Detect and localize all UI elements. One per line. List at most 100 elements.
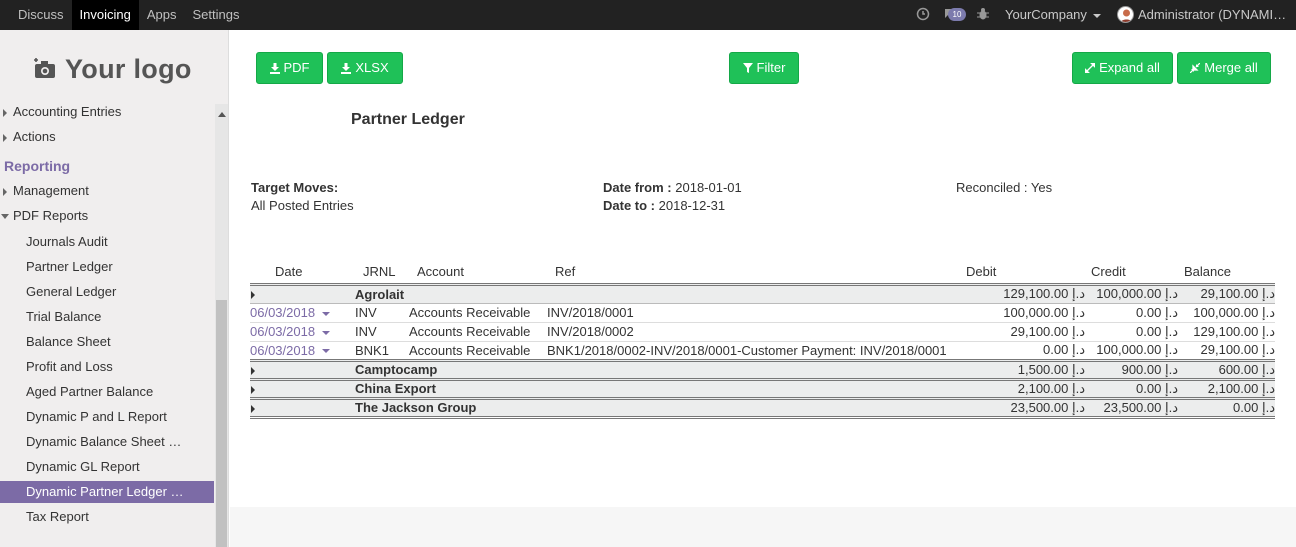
menu-apps[interactable]: Apps <box>139 0 185 30</box>
sidebar-item-pdf-reports[interactable]: PDF Reports <box>0 205 214 227</box>
line-jrnl: INV <box>344 303 399 323</box>
partner-name: Camptocamp <box>344 358 966 380</box>
table-row: 06/03/2018 INV Accounts Receivable INV/2… <box>250 322 1275 342</box>
move-date-dropdown[interactable]: 06/03/2018 <box>250 303 344 323</box>
avatar[interactable] <box>1117 6 1134 23</box>
date-to: Date to : 2018-12-31 <box>603 198 725 213</box>
company-name: YourCompany <box>1005 7 1087 22</box>
sidebar-section-reporting: Reporting <box>4 158 71 174</box>
sidebar-item-journals-audit[interactable]: Journals Audit <box>0 231 214 253</box>
caret-right-icon[interactable] <box>251 404 255 413</box>
chevron-down-icon <box>322 311 331 316</box>
sidebar-item-general-ledger[interactable]: General Ledger <box>0 281 214 303</box>
partner-row-china-export[interactable]: China Export 2,100.00 د.إ 0.00 د.إ 2,100… <box>250 377 1275 399</box>
sidebar-item-dynamic-balance-sheet[interactable]: Dynamic Balance Sheet Report <box>0 431 214 453</box>
partner-row-jackson-group[interactable]: The Jackson Group 23,500.00 د.إ 23,500.0… <box>250 396 1275 419</box>
app-menu: Discuss Invoicing Apps Settings <box>10 0 247 30</box>
sidebar-item-dynamic-pl-report[interactable]: Dynamic P and L Report <box>0 406 214 428</box>
line-balance: 100,000.00 د.إ <box>1184 303 1275 323</box>
date-to-value: 2018-12-31 <box>658 198 726 213</box>
sidebar-scrollbar-thumb[interactable] <box>216 300 227 547</box>
chevron-down-icon <box>1092 13 1101 18</box>
partner-credit: 100,000.00 د.إ <box>1091 282 1184 304</box>
line-credit: 100,000.00 د.إ <box>1091 341 1184 361</box>
camera-icon <box>34 58 55 78</box>
sidebar-item-label: PDF Reports <box>13 208 89 223</box>
sidebar-item-accounting-entries[interactable]: Accounting Entries <box>0 101 214 123</box>
sidebar-item-balance-sheet[interactable]: Balance Sheet <box>0 331 214 353</box>
caret-down-icon <box>1 214 9 219</box>
caret-right-icon[interactable] <box>251 385 255 394</box>
xlsx-button-label: XLSX <box>355 60 389 75</box>
partner-balance: 2,100.00 د.إ <box>1184 377 1275 399</box>
col-credit: Credit <box>1091 263 1126 279</box>
user-menu[interactable]: Administrator (DYNAMIC PARTNER LEDGER) <box>1138 0 1290 30</box>
pdf-button[interactable]: PDF <box>256 52 323 84</box>
expand-all-label: Expand all <box>1099 60 1160 75</box>
line-account: Accounts Receivable <box>399 322 536 342</box>
report-title: Partner Ledger <box>351 111 465 128</box>
line-ref: INV/2018/0001 <box>536 303 966 323</box>
content-footer <box>230 507 1296 547</box>
table-header-row: Date JRNL Account Ref Debit Credit Balan… <box>250 260 1275 284</box>
partner-balance: 0.00 د.إ <box>1184 396 1275 419</box>
bug-icon[interactable] <box>977 7 989 21</box>
line-credit: 0.00 د.إ <box>1091 322 1184 342</box>
table-row: 06/03/2018 BNK1 Accounts Receivable BNK1… <box>250 341 1275 361</box>
company-logo[interactable]: Your logo <box>33 52 192 86</box>
caret-right-icon[interactable] <box>251 366 255 375</box>
sidebar-item-management[interactable]: Management <box>0 180 214 202</box>
sidebar-item-profit-and-loss[interactable]: Profit and Loss <box>0 356 214 378</box>
line-jrnl: INV <box>344 322 399 342</box>
sidebar-item-actions[interactable]: Actions <box>0 126 214 148</box>
caret-right-icon <box>3 134 7 142</box>
pdf-button-label: PDF <box>283 60 310 75</box>
sidebar-item-trial-balance[interactable]: Trial Balance <box>0 306 214 328</box>
col-account: Account <box>417 263 464 279</box>
xlsx-button[interactable]: XLSX <box>327 52 403 84</box>
logo-text: Your logo <box>65 53 192 84</box>
caret-right-icon[interactable] <box>251 291 255 300</box>
line-ref: BNK1/2018/0002-INV/2018/0001-Customer Pa… <box>536 341 966 361</box>
menu-invoicing[interactable]: Invoicing <box>71 0 139 30</box>
menu-settings[interactable]: Settings <box>184 0 247 30</box>
line-ref: INV/2018/0002 <box>536 322 966 342</box>
partner-debit: 129,100.00 د.إ <box>966 282 1091 304</box>
sidebar-item-label: Actions <box>13 129 56 144</box>
col-date: Date <box>275 263 303 279</box>
col-debit: Debit <box>966 263 997 279</box>
download-icon <box>269 62 280 74</box>
merge-all-label: Merge all <box>1204 60 1258 75</box>
col-balance: Balance <box>1184 263 1231 279</box>
menu-discuss[interactable]: Discuss <box>10 0 72 30</box>
partner-name: The Jackson Group <box>344 396 966 419</box>
expand-all-button[interactable]: Expand all <box>1072 52 1173 84</box>
filter-button[interactable]: Filter <box>729 52 799 84</box>
line-debit: 0.00 د.إ <box>966 341 1091 361</box>
partner-name: China Export <box>344 377 966 399</box>
sidebar-item-aged-partner-balance[interactable]: Aged Partner Balance <box>0 381 214 403</box>
messages-badge: 10 <box>948 8 966 21</box>
sidebar-item-partner-ledger[interactable]: Partner Ledger <box>0 256 214 278</box>
sidebar-item-tax-report[interactable]: Tax Report <box>0 506 214 528</box>
caret-right-icon <box>3 109 7 117</box>
move-date-dropdown[interactable]: 06/03/2018 <box>250 341 344 361</box>
sidebar-item-dynamic-gl-report[interactable]: Dynamic GL Report <box>0 456 214 478</box>
reconciled-status: Reconciled : Yes <box>956 180 1053 195</box>
partner-row-agrolait[interactable]: Agrolait 129,100.00 د.إ 100,000.00 د.إ 2… <box>250 282 1275 304</box>
clock-icon[interactable] <box>916 7 930 21</box>
col-jrnl: JRNL <box>363 263 396 279</box>
filter-icon <box>742 63 753 73</box>
compress-icon <box>1190 63 1201 73</box>
partner-ledger-table: Date JRNL Account Ref Debit Credit Balan… <box>250 260 1275 419</box>
partner-debit: 2,100.00 د.إ <box>966 377 1091 399</box>
report-content: PDF XLSX Filter Expand all Merge all Par… <box>230 30 1296 507</box>
partner-row-camptocamp[interactable]: Camptocamp 1,500.00 د.إ 900.00 د.إ 600.0… <box>250 358 1275 380</box>
sidebar-item-dynamic-partner-ledger[interactable]: Dynamic Partner Ledger Report <box>0 481 214 503</box>
line-balance: 129,100.00 د.إ <box>1184 322 1275 342</box>
top-navbar: Discuss Invoicing Apps Settings 10 YourC… <box>0 0 1296 30</box>
company-switcher[interactable]: YourCompany <box>1005 0 1101 30</box>
move-date-dropdown[interactable]: 06/03/2018 <box>250 322 344 342</box>
merge-all-button[interactable]: Merge all <box>1177 52 1271 84</box>
scroll-up-arrow-icon[interactable] <box>218 112 226 117</box>
